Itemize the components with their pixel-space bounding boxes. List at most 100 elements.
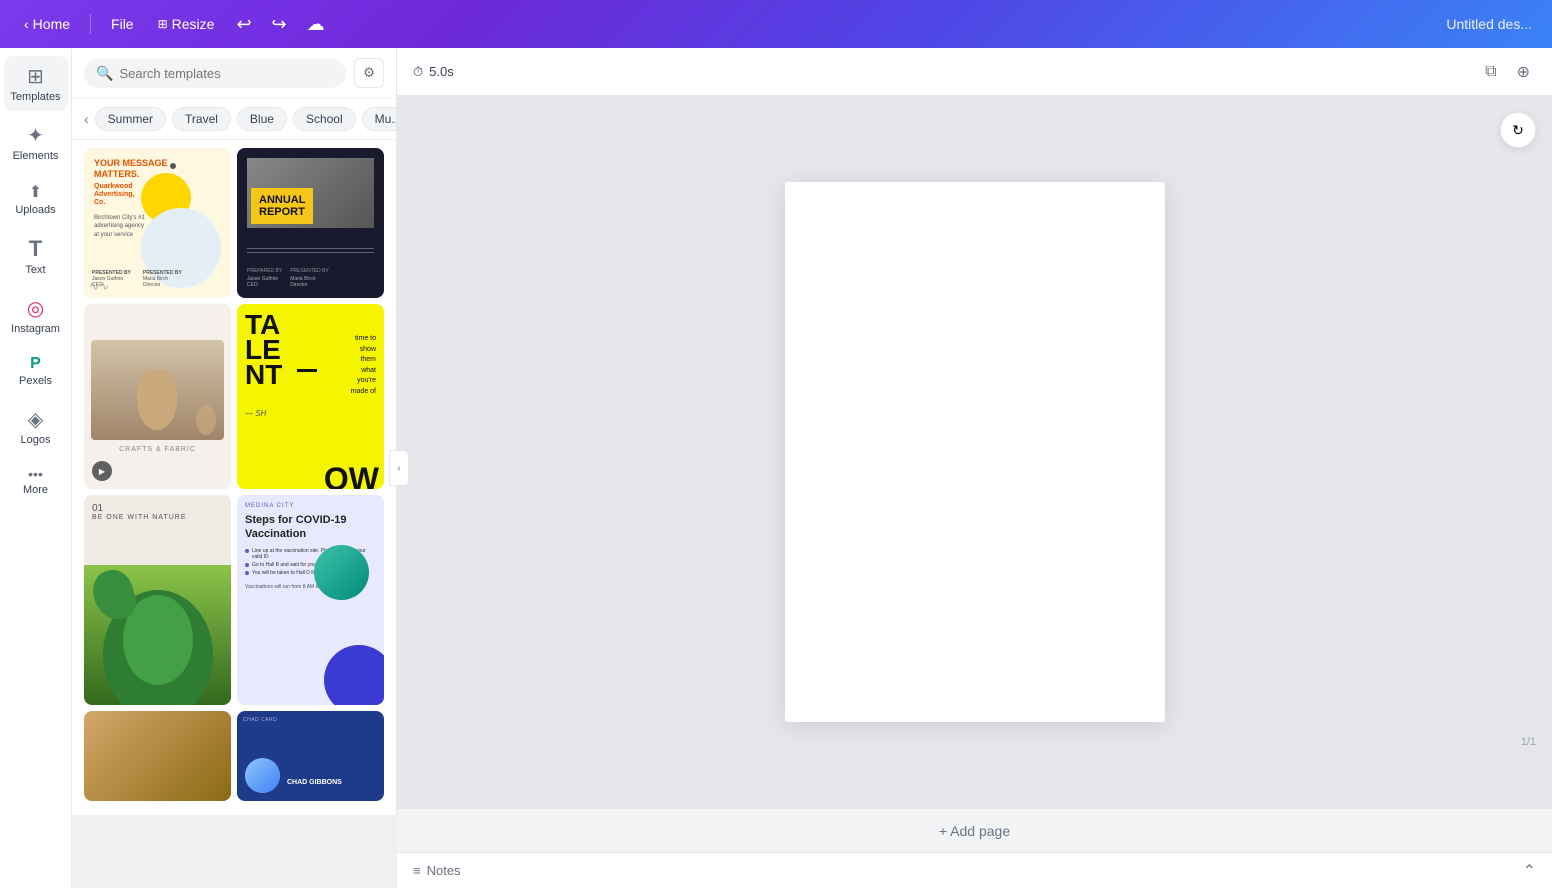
redo-button[interactable]: ↪ [266,8,293,41]
resize-button[interactable]: ⊞ Resize [150,12,223,36]
sidebar-item-text[interactable]: T Text [4,228,68,284]
talent-dash [297,369,317,372]
nature-number: 01 [92,503,223,514]
nav-divider [90,14,91,34]
crafts-brand: CRAFTS & FABRIC [119,446,196,453]
template-advertising[interactable]: YOUR MESSAGEMATTERS. QuarkwoodAdvertisin… [84,148,231,298]
duplicate-page-button[interactable]: ⧉ [1479,56,1502,88]
nature-text: BE ONE WITH NATURE [92,514,223,521]
sidebar-item-logos[interactable]: ◈ Logos [4,399,68,454]
chevron-left-icon: ‹ [24,16,29,32]
show-pages-button[interactable]: ⌃ [1523,861,1536,881]
resize-icon: ⊞ [158,17,168,31]
filter-button[interactable]: ⚙ [354,58,384,88]
save-cloud-button[interactable]: ☁ [301,8,331,41]
uploads-icon: ⬆ [29,182,42,202]
search-bar: 🔍 ⚙ [72,48,396,99]
sidebar-item-elements[interactable]: ✦ Elements [4,115,68,170]
tag-music[interactable]: Mu... [362,107,396,131]
tag-summer[interactable]: Summer [95,107,166,131]
play-button[interactable]: ▶ [92,461,112,481]
home-label: Home [33,16,70,32]
canvas-main: ↻ 1/1 [397,96,1552,808]
covid-title: Steps for COVID-19Vaccination [245,513,376,542]
tag-travel[interactable]: Travel [172,107,231,131]
refresh-button[interactable]: ↻ [1500,112,1536,148]
template-grid-row-1: YOUR MESSAGEMATTERS. QuarkwoodAdvertisin… [84,148,384,298]
resize-label: Resize [172,16,215,32]
template-brown[interactable] [84,711,231,801]
tags-prev-button[interactable]: ‹ [84,111,89,127]
add-page-button[interactable]: ⊕ [1511,56,1536,88]
canvas-actions: ⧉ ⊕ [1479,56,1536,88]
annual-report-title: ANNUALREPORT [251,188,313,224]
chad-card-label: Chad Card [243,717,378,723]
canvas-page[interactable] [785,182,1165,722]
template-annual-report[interactable]: ANNUALREPORT PREPARED BYJason GuthrieCEO… [237,148,384,298]
duration-value: 5.0s [429,64,454,79]
template-nature[interactable]: 01 BE ONE WITH NATURE [84,495,231,705]
template-crafts[interactable]: CRAFTS & FABRIC ▶ [84,304,231,489]
tag-school[interactable]: School [293,107,356,131]
more-label: More [23,484,48,496]
tag-summer-label: Summer [108,112,153,126]
tag-blue-label: Blue [250,112,274,126]
instagram-label: Instagram [11,323,60,335]
sidebar-item-uploads[interactable]: ⬆ Uploads [4,174,68,224]
tag-blue[interactable]: Blue [237,107,287,131]
home-button[interactable]: ‹ Home [16,12,78,36]
logos-label: Logos [21,434,51,446]
sidebar-item-more[interactable]: ••• More [4,458,68,504]
covid-city: Medina City [245,503,376,509]
top-navigation: ‹ Home File ⊞ Resize ↩ ↪ ☁ Untitled des.… [0,0,1552,48]
tag-school-label: School [306,112,343,126]
templates-icon: ⊞ [27,64,44,89]
pexels-label: Pexels [19,375,52,387]
template-grid-row-4: Chad Card CHAD GIBBONS [84,711,384,801]
add-page-bar[interactable]: + Add page [397,808,1552,852]
tag-travel-label: Travel [185,112,218,126]
refresh-icon: ↻ [1512,122,1524,139]
decorative-waves: ∿∿ [89,279,109,293]
sidebar-item-templates[interactable]: ⊞ Templates [4,56,68,111]
sidebar-item-instagram[interactable]: ◎ Instagram [4,288,68,343]
template-grid-row-2: CRAFTS & FABRIC ▶ TALENT time toshowthem… [84,304,384,489]
notes-button[interactable]: ≡ Notes [413,863,461,878]
more-icon: ••• [28,466,43,482]
page-number: 1/1 [1521,736,1536,748]
notes-label: Notes [427,863,461,878]
chevron-up-icon: ⌃ [1523,863,1536,880]
tags-row: ‹ Summer Travel Blue School Mu... › [72,99,396,140]
canvas-area: ⏱ 5.0s ⧉ ⊕ ↻ 1/1 + Add page ≡ Notes [397,48,1552,888]
elements-icon: ✦ [27,123,44,148]
canvas-toolbar: ⏱ 5.0s ⧉ ⊕ [397,48,1552,96]
template-covid[interactable]: Medina City Steps for COVID-19Vaccinatio… [237,495,384,705]
hide-panel-button[interactable]: ‹ [389,450,409,486]
talent-subtitle: time toshowthemwhatyou'remade of [351,334,376,397]
icon-sidebar: ⊞ Templates ✦ Elements ⬆ Uploads T Text … [0,48,72,888]
file-label: File [111,16,134,32]
instagram-icon: ◎ [27,296,44,321]
text-icon: T [29,236,42,262]
search-input-wrap: 🔍 [84,59,346,88]
undo-button[interactable]: ↩ [230,8,257,41]
text-label: Text [25,264,45,276]
talent-show-text: OW [324,465,379,489]
add-page-label: + Add page [939,823,1010,839]
pexels-icon: P [30,355,41,373]
search-icon: 🔍 [96,65,113,82]
file-button[interactable]: File [103,12,142,36]
template-chad-gibbons[interactable]: Chad Card CHAD GIBBONS [237,711,384,801]
templates-panel: 🔍 ⚙ ‹ Summer Travel Blue [72,48,397,815]
template-talent-show[interactable]: TALENT time toshowthemwhatyou'remade of … [237,304,384,489]
template-grid-row-3: 01 BE ONE WITH NATURE Medina Ci [84,495,384,705]
talent-title: TALENT [245,312,282,388]
duration-badge: ⏱ 5.0s [413,64,454,80]
sidebar-item-pexels[interactable]: P Pexels [4,347,68,395]
filter-icon: ⚙ [363,65,375,80]
uploads-label: Uploads [15,204,55,216]
tag-music-label: Mu... [375,112,396,126]
chad-name: CHAD GIBBONS [287,779,342,786]
search-input[interactable] [119,66,334,81]
logos-icon: ◈ [28,407,43,432]
